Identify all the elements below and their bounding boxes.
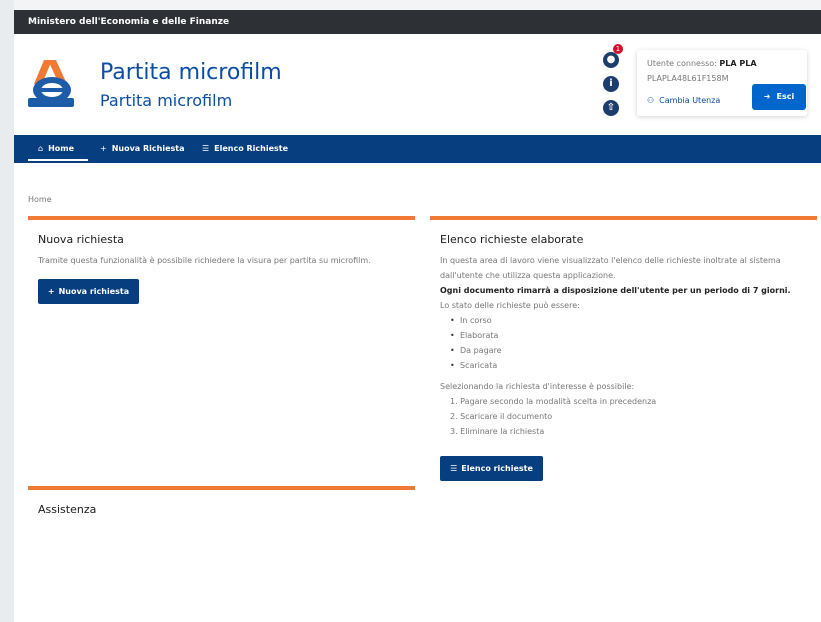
breadcrumb[interactable]: Home [28,195,52,204]
nav-home-label: Home [48,144,75,153]
nav-request-list[interactable]: ☰ Elenco Richieste [202,135,288,163]
page: Ministero dell'Economia e delle Finanze … [14,10,821,622]
upload-icon[interactable]: ⇧ [603,100,619,116]
states-label: Lo stato delle richieste può essere: [440,301,580,310]
new-request-card: Nuova richiesta Tramite questa funzional… [28,216,415,470]
nav-home[interactable]: ⌂ Home [28,135,88,161]
info-icon[interactable]: i [603,76,619,92]
list-item: Elaborata [450,328,810,343]
change-user-link[interactable]: ⚇ Cambia Utenza [647,96,720,105]
request-list-intro: In questa area di lavoro viene visualizz… [440,256,781,280]
home-icon: ⌂ [38,144,44,153]
list-item: 3. Eliminare la richiesta [450,427,545,436]
new-request-button-label: Nuova richiesta [58,287,130,296]
exit-label: Esci [776,92,795,101]
request-list-body: In questa area di lavoro viene visualizz… [440,253,810,439]
list-icon: ☰ [450,464,458,473]
ministry-bar: Ministero dell'Economia e delle Finanze [14,10,821,34]
app-title: Partita microfilm [100,60,282,85]
main-nav: ⌂ Home + Nuova Richiesta ☰ Elenco Richieste [14,135,821,163]
app-subtitle: Partita microfilm [100,91,233,110]
plus-icon: + [47,287,55,296]
actions-list: 1. Pagare secondo la modalità scelta in … [440,394,810,439]
nav-new-request-label: Nuova Richiesta [111,144,185,153]
change-user-label: Cambia Utenza [659,96,721,105]
list-item: In corso [450,313,810,328]
agency-logo [28,60,74,107]
users-icon: ⚇ [647,96,655,105]
request-list-button-label: Elenco richieste [461,464,533,473]
actions-label: Selezionando la richiesta d'interesse è … [440,382,635,391]
user-box: Utente connesso: PLA PLA PLAPLA48L61F158… [637,50,807,116]
request-list-notice: Ogni documento rimarrà a disposizione de… [440,286,791,295]
new-request-text: Tramite questa funzionalità è possibile … [38,256,371,265]
list-icon: ☰ [202,144,210,153]
nav-new-request[interactable]: + Nuova Richiesta [100,135,184,163]
connected-user: Utente connesso: PLA PLA [647,59,757,68]
plus-icon: + [100,144,107,153]
sign-out-icon: ➜ [763,92,771,101]
connected-label: Utente connesso: [647,59,717,68]
connected-name: PLA PLA [719,59,757,68]
assistance-card: Assistenza [28,486,415,590]
bell-icon[interactable]: ● [603,52,619,68]
user-code: PLAPLA48L61F158M [647,74,729,83]
list-item: Da pagare [450,343,810,358]
list-item: 1. Pagare secondo la modalità scelta in … [450,397,657,406]
nav-request-list-label: Elenco Richieste [214,144,289,153]
list-item: 2. Scaricare il documento [450,412,553,421]
new-request-button[interactable]: + Nuova richiesta [38,279,139,304]
header: Partita microfilm Partita microfilm ● 1 … [14,34,821,135]
request-list-card: Elenco richieste elaborate In questa are… [430,216,817,485]
top-strip [14,0,821,10]
list-item: Scaricata [450,358,810,373]
states-list: In corso Elaborata Da pagare Scaricata [450,313,810,373]
notification-badge: 1 [613,44,623,54]
new-request-title: Nuova richiesta [38,233,124,246]
assistance-title: Assistenza [38,503,97,516]
request-list-title: Elenco richieste elaborate [440,233,584,246]
exit-button[interactable]: ➜ Esci [752,84,806,110]
request-list-button[interactable]: ☰ Elenco richieste [440,456,543,481]
